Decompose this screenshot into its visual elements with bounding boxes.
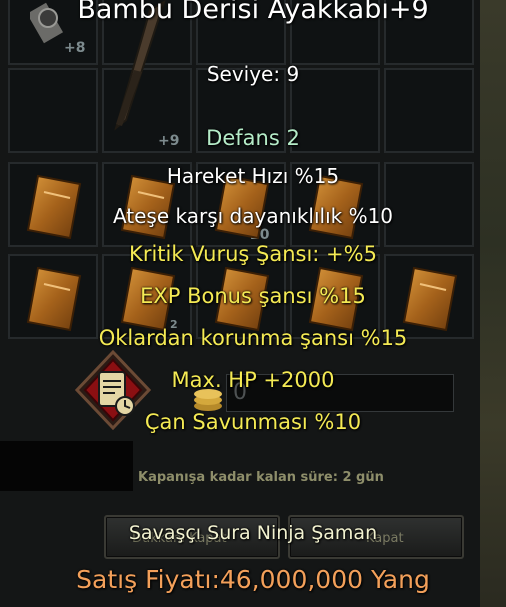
book-icon[interactable] [308, 266, 364, 332]
book-icon[interactable] [120, 174, 176, 240]
book-icon[interactable] [214, 266, 270, 332]
book-icon[interactable] [308, 174, 364, 240]
book-icon[interactable] [402, 266, 458, 332]
scroll-clock-icon[interactable] [75, 350, 151, 430]
price-input[interactable]: 0 [226, 374, 454, 412]
book-icons [26, 174, 458, 332]
book-icon[interactable] [26, 266, 82, 332]
book-icon[interactable] [214, 174, 270, 240]
item-classes: Savaşçı Sura Ninja Şaman [128, 522, 378, 544]
remaining-time: Kapanışa kadar kalan süre: 2 gün [138, 470, 384, 485]
book-icon[interactable] [120, 266, 176, 332]
item-price: Satış Fiyatı:46,000,000 Yang [76, 565, 430, 594]
gold-coins-icon [194, 389, 222, 411]
book-icon[interactable] [26, 174, 82, 240]
window-edge [480, 0, 506, 607]
empty-panel [0, 441, 133, 491]
